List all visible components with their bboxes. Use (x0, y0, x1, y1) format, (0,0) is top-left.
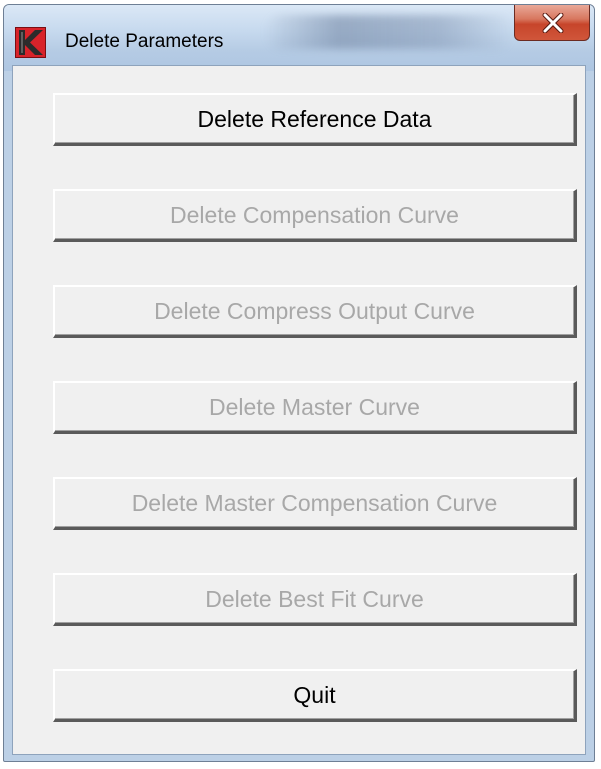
app-k-logo-icon (15, 27, 46, 58)
dialog-window: Delete Parameters Delete Reference Data … (3, 4, 595, 762)
window-title: Delete Parameters (65, 31, 224, 52)
delete-master-compensation-curve-button[interactable]: Delete Master Compensation Curve (53, 477, 577, 530)
delete-compress-output-curve-button[interactable]: Delete Compress Output Curve (53, 285, 577, 338)
delete-reference-data-button[interactable]: Delete Reference Data (53, 93, 577, 146)
close-x-icon (542, 13, 564, 33)
delete-compensation-curve-button[interactable]: Delete Compensation Curve (53, 189, 577, 242)
title-bar[interactable]: Delete Parameters (4, 5, 594, 71)
close-button[interactable] (514, 5, 590, 41)
dialog-content: Delete Reference Data Delete Compensatio… (12, 65, 586, 755)
delete-master-curve-button[interactable]: Delete Master Curve (53, 381, 577, 434)
delete-best-fit-curve-button[interactable]: Delete Best Fit Curve (53, 573, 577, 626)
title-bar-glass-streak (264, 15, 514, 49)
quit-button[interactable]: Quit (53, 669, 577, 722)
